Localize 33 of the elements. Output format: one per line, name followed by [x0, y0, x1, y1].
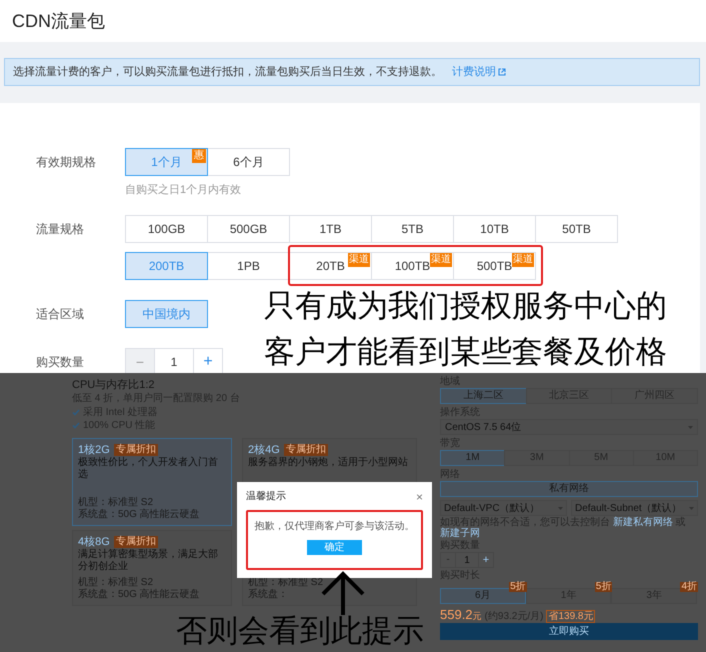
dialog-title: 温馨提示 [246, 491, 286, 503]
plan-description: 服务器界的小钢炮，适用于小型网站 [248, 457, 409, 469]
plan-name: 2核4G [248, 443, 280, 457]
field-label: 购买数量 [36, 354, 84, 371]
plan-name: 4核8G [78, 535, 110, 548]
discount-tag: 专属折扣 [284, 444, 328, 456]
field-label: 流量规格 [36, 221, 84, 238]
page-title: CDN流量包 [12, 10, 105, 32]
plan-name: 1核2G [78, 443, 110, 456]
saving-tag: 省139.8元 [546, 610, 596, 623]
annotation-text: 客户才能看到某些套餐及价格 [264, 333, 667, 371]
annotation-text: 只有成为我们授权服务中心的 [264, 287, 667, 325]
hint-text: 自购买之日1个月内有效 [125, 183, 242, 197]
price-text: 559.2元 [440, 607, 482, 624]
plan-description: 极致性价比，个人开发者入门首选 [78, 457, 219, 481]
caption-text: 否则会看到此提示 [176, 612, 424, 650]
tag: 渠道 [430, 253, 452, 267]
discount-tag: 5折 [594, 582, 612, 592]
tag: 渠道 [512, 253, 534, 267]
dialog-message: 抱歉，仅代理商客户可参与该活动。 [254, 521, 414, 533]
spec-text: 机型：标准型 S2 [78, 497, 154, 508]
tag: 渠道 [348, 253, 370, 267]
discount-tag: 4折 [680, 582, 698, 592]
info-text: 选择流量计费的客户，可以购买流量包进行抵扣，流量包购买后当日生效，不支持退款。 [13, 64, 442, 80]
discount-tag: 5折 [509, 582, 527, 592]
discount-tag: 专属折扣 [114, 536, 158, 548]
field-label: 有效期规格 [36, 154, 96, 171]
spec-text: 系统盘：50G 高性能云硬盘 [78, 509, 201, 521]
plan-description: 满足计算密集型场景，满足大部分初创企业 [78, 549, 219, 573]
tag: 惠 [192, 149, 206, 163]
field-label: 适合区域 [36, 306, 84, 323]
section-title: CPU与内存比1:2 [72, 378, 156, 392]
discount-tag: 专属折扣 [114, 444, 158, 456]
